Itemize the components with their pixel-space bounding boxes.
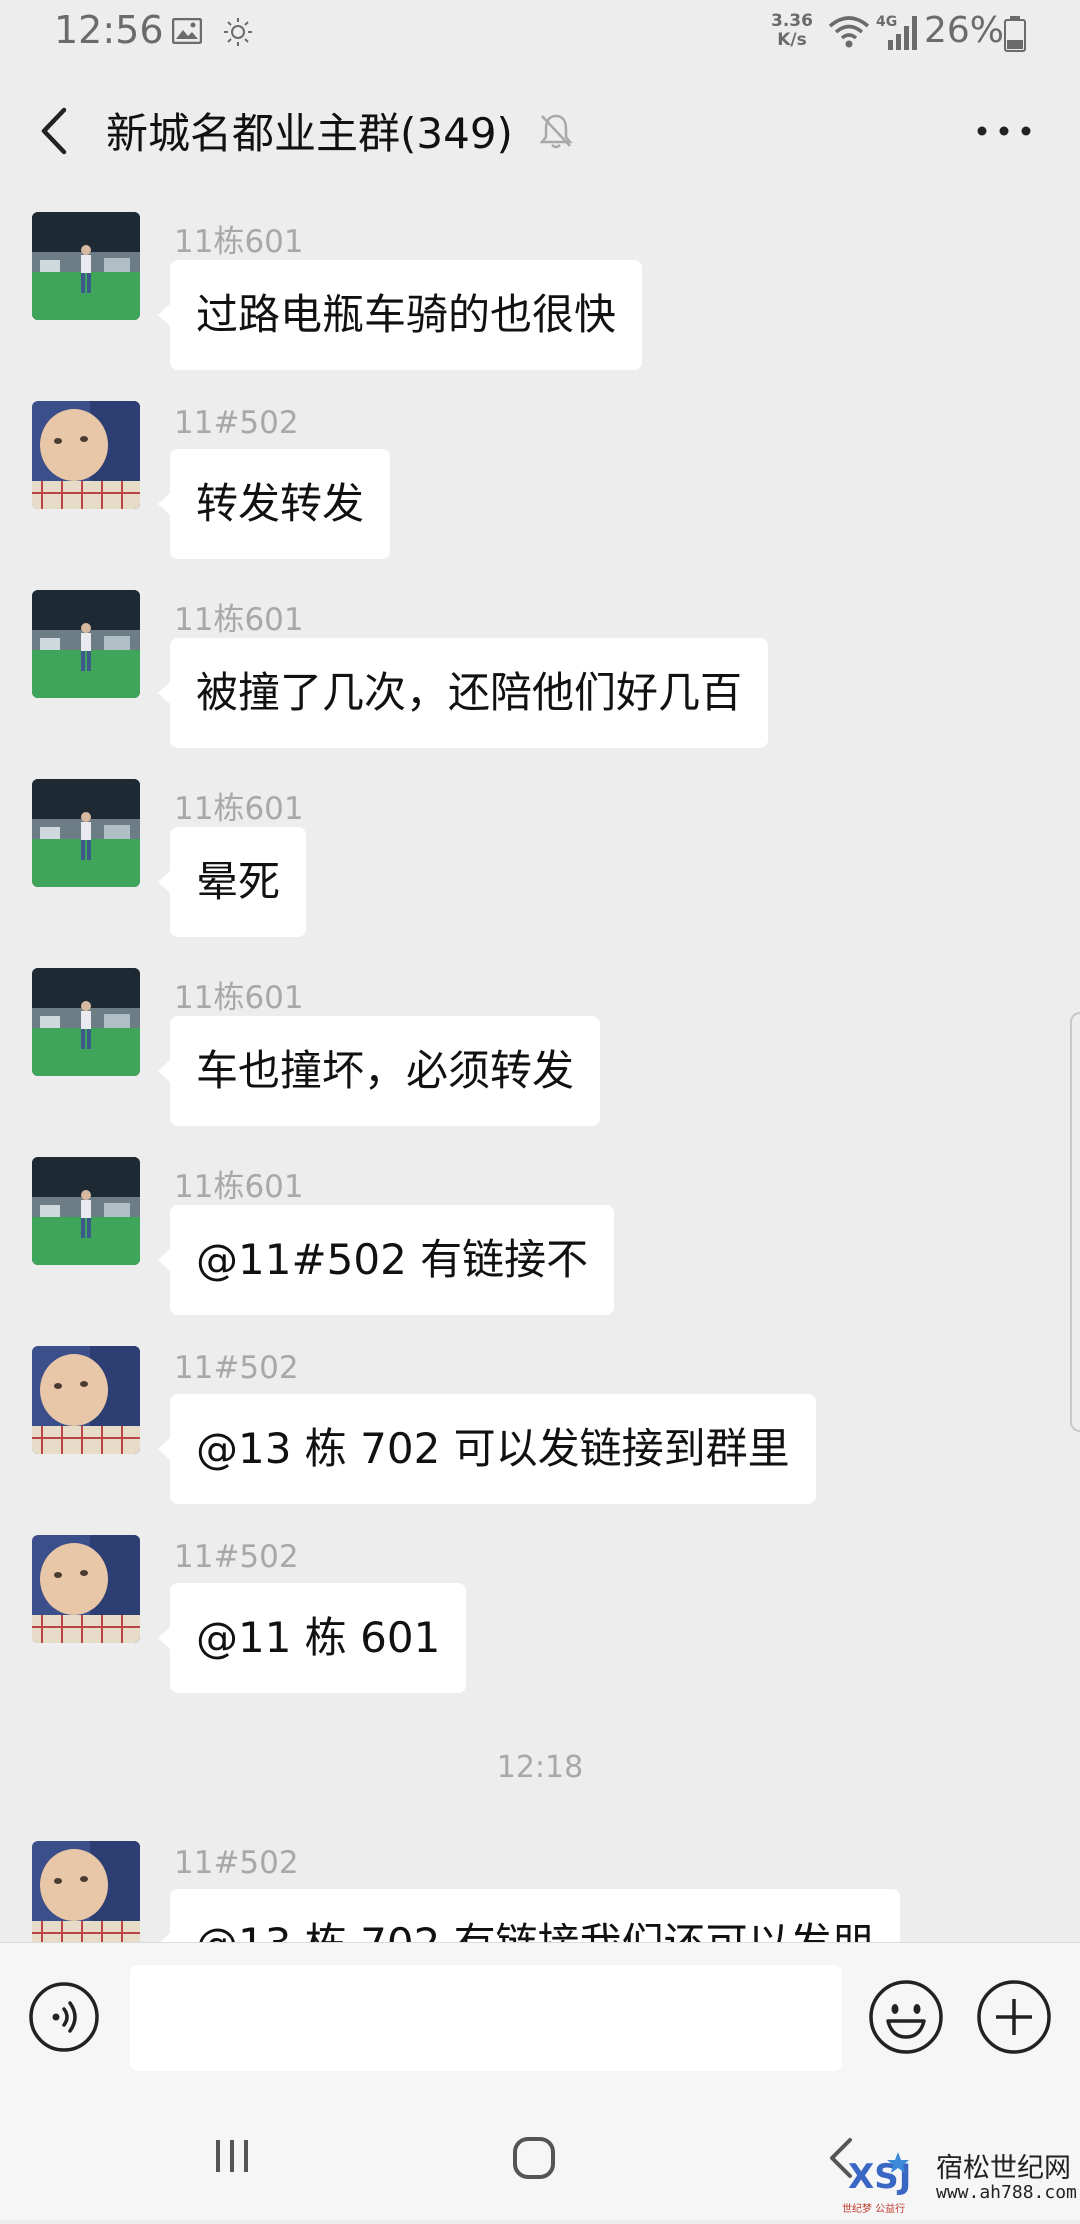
avatar[interactable] [32, 590, 140, 698]
plus-icon [977, 1980, 1051, 2054]
message-bubble[interactable]: @13 栋 702 有链接我们还可以发朋 [158, 1889, 900, 1942]
image-notification-icon [171, 17, 203, 48]
message-bubble[interactable]: 转发转发 [157, 449, 391, 559]
message-bubble[interactable]: 车也撞坏，必须转发 [157, 1016, 601, 1126]
sender-name: 11栋601 [174, 1169, 304, 1205]
status-bar: 12:56 3.36 K/s 4G 26% [0, 0, 1080, 66]
avatar[interactable] [32, 968, 140, 1076]
network-speed: 3.36 K/s [768, 12, 816, 50]
bell-muted-icon [538, 112, 574, 154]
home-icon [513, 2137, 555, 2179]
network-speed-value: 3.36 [771, 11, 813, 31]
sender-name: 11#502 [174, 405, 299, 441]
message-input[interactable] [130, 1965, 842, 2071]
avatar[interactable] [32, 212, 140, 320]
scroll-handle[interactable] [1070, 1012, 1080, 1432]
avatar[interactable] [32, 779, 140, 887]
chevron-left-icon [41, 107, 67, 155]
voice-icon [29, 1982, 99, 2052]
logo-tagline: 世纪梦 公益行 [842, 2202, 905, 2215]
chat-header: 新城名都业主群(349) [0, 66, 1080, 194]
back-button[interactable] [30, 96, 80, 166]
avatar[interactable] [32, 1157, 140, 1265]
network-type: 4G [876, 14, 897, 30]
more-options-button[interactable] [974, 106, 1034, 156]
input-bar [0, 1942, 1080, 2099]
avatar[interactable] [32, 1535, 140, 1643]
chat-title: 新城名都业主群(349) [106, 109, 513, 158]
status-time: 12:56 [54, 8, 164, 52]
message-bubble[interactable]: @11#502 有链接不 [157, 1205, 615, 1315]
battery-icon [1004, 16, 1026, 56]
message-bubble[interactable]: @13 栋 702 可以发链接到群里 [158, 1394, 816, 1504]
sender-name: 11#502 [174, 1350, 299, 1386]
message-bubble[interactable]: 被撞了几次，还陪他们好几百 [157, 638, 769, 748]
message-bubble[interactable]: 过路电瓶车骑的也很快 [157, 260, 643, 370]
site-logo: XSJ 世纪梦 公益行 [842, 2152, 911, 2215]
emoji-button[interactable] [868, 1979, 944, 2055]
home-button[interactable] [510, 2134, 558, 2186]
sender-name: 11栋601 [174, 224, 304, 260]
voice-button[interactable] [28, 1981, 100, 2053]
wifi-icon [828, 14, 870, 54]
recents-icon [216, 2140, 248, 2172]
recents-button[interactable] [210, 2134, 254, 2182]
message-list[interactable]: 11栋601 过路电瓶车骑的也很快 11#502 转发转发 11栋601 被撞了… [0, 194, 1080, 1942]
network-speed-unit: K/s [777, 30, 807, 50]
sender-name: 11#502 [174, 1539, 299, 1575]
emoji-icon [869, 1980, 943, 2054]
more-dots-icon [977, 126, 1031, 136]
sender-name: 11#502 [174, 1845, 299, 1881]
watermark-url: www.ah788.com [936, 2182, 1077, 2203]
message-bubble[interactable]: 晕死 [157, 827, 307, 937]
more-functions-button[interactable] [976, 1979, 1052, 2055]
avatar[interactable] [32, 401, 140, 509]
message-bubble[interactable]: @11 栋 601 [157, 1583, 467, 1693]
battery-percent: 26% [924, 10, 1005, 51]
watermark: XSJ 世纪梦 公益行 宿松世纪网 www.ah788.com [838, 2140, 1080, 2220]
sender-name: 11栋601 [174, 791, 304, 827]
avatar[interactable] [32, 1346, 140, 1454]
signal-icon: 4G [874, 12, 920, 56]
sender-name: 11栋601 [174, 980, 304, 1016]
sender-name: 11栋601 [174, 602, 304, 638]
avatar[interactable] [32, 1841, 140, 1942]
brightness-icon [222, 16, 254, 52]
watermark-site-name: 宿松世纪网 [936, 2153, 1071, 2184]
time-separator: 12:18 [496, 1750, 584, 1785]
